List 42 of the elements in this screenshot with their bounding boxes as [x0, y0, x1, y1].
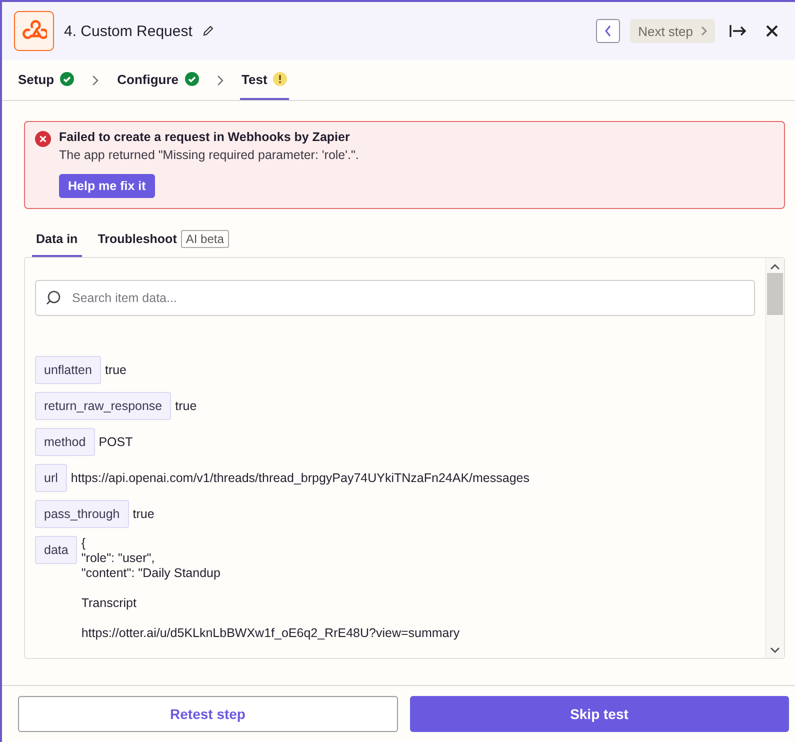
scroll-thumb[interactable] — [767, 273, 783, 315]
search-field[interactable]: Search item data... — [35, 280, 755, 316]
field-value: { "role": "user", "content": "Daily Standup Transcript https://otter.ai/u/d5KLknLbBWXw1f_oE6q2_RrE48U?view=summary — [81, 536, 460, 641]
step-title: 4. Custom Request — [64, 22, 192, 40]
error-icon — [35, 131, 51, 147]
step-tab[interactable]: Configure — [115, 60, 201, 100]
field-value: POST — [98, 434, 133, 450]
collapse-icon — [729, 23, 747, 39]
tab-badge: AI beta — [180, 230, 229, 248]
scroll-down-icon[interactable] — [770, 646, 780, 654]
error-message: The app returned "Missing required parameter: 'role'.". — [59, 148, 359, 162]
chevron-icon — [92, 74, 100, 86]
field-key: data — [35, 536, 78, 564]
webhook-logo — [14, 11, 54, 51]
search-icon — [45, 290, 61, 306]
chevron-right-icon — [701, 26, 707, 36]
chevron-icon — [216, 74, 224, 86]
field-value: true — [132, 506, 154, 522]
tab-label: Troubleshoot — [98, 232, 177, 246]
field-value: https://api.openai.com/v1/threads/thread_brpgyPay74UYkiTNzaFn24AK/messages — [70, 470, 530, 486]
next-step-button[interactable]: Next step — [630, 19, 715, 43]
field-value: true — [104, 362, 127, 378]
field-key: url — [35, 464, 67, 492]
previous-step-button[interactable] — [596, 19, 620, 43]
chevron-left-icon — [604, 25, 612, 37]
scrollbar[interactable] — [765, 258, 784, 658]
field-key: unflatten — [35, 356, 101, 384]
step-tab[interactable]: Test — [240, 60, 290, 100]
error-title: Failed to create a request in Webhooks by Zapier — [59, 130, 350, 144]
retest-button[interactable]: Retest step — [18, 696, 398, 732]
tab-label: Data in — [36, 232, 78, 246]
field-key: pass_through — [35, 500, 129, 528]
field-key: method — [35, 428, 95, 456]
close-icon — [765, 24, 779, 38]
pencil-icon[interactable] — [202, 25, 214, 37]
field-key: return_raw_response — [35, 392, 172, 420]
skip-test-button[interactable]: Skip test — [410, 696, 789, 732]
help-fix-button[interactable]: Help me fix it — [59, 174, 155, 198]
step-tab[interactable]: Setup — [16, 60, 76, 100]
scroll-up-icon[interactable] — [770, 263, 780, 271]
field-value: true — [175, 398, 197, 414]
data-tab[interactable]: Troubleshoot AI beta — [94, 223, 233, 257]
